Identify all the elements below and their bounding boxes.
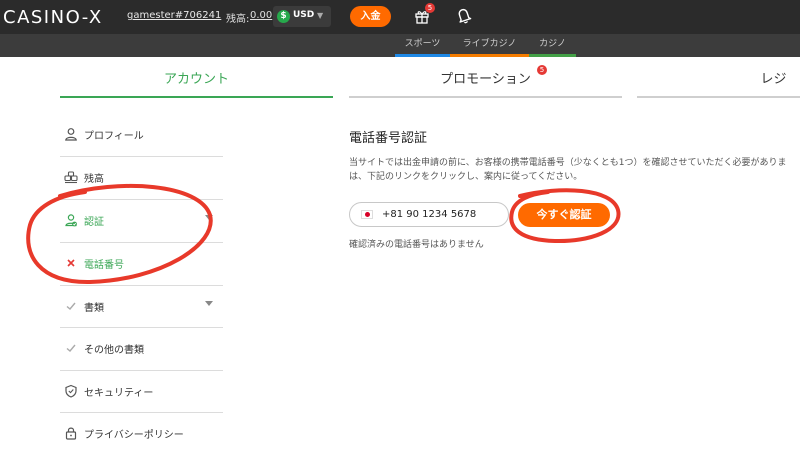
subnav-tab-indicator bbox=[529, 54, 576, 57]
cross-icon bbox=[67, 259, 75, 267]
lock-icon bbox=[65, 427, 77, 440]
subnav-tab-label: カジノ bbox=[539, 39, 566, 49]
subnav-tab-label: スポーツ bbox=[404, 39, 441, 49]
sidebar-item-label: プライバシーポリシー bbox=[84, 430, 184, 441]
sidebar-item-balance[interactable]: 残高 bbox=[60, 157, 223, 199]
sidebar-item-label: セキュリティー bbox=[84, 388, 154, 399]
sidebar-item-phone-number[interactable]: 電話番号 bbox=[60, 243, 223, 285]
check-icon bbox=[66, 344, 76, 352]
chevron-down-icon: ▼ bbox=[317, 11, 324, 20]
sidebar-item-documents[interactable]: 書類 bbox=[60, 286, 223, 328]
currency-code: USD bbox=[293, 10, 315, 20]
description-line: 当サイトでは出金申請の前に、お客様の携帯電話番号（少なくとも1つ）を確認させてい… bbox=[349, 158, 787, 168]
subnav-tab-label: ライブカジノ bbox=[462, 39, 517, 49]
status-text: 確認済みの電話番号はありません bbox=[349, 240, 484, 250]
subnav-tab-indicator bbox=[450, 54, 529, 57]
verify-icon bbox=[65, 214, 77, 227]
logo[interactable]: CASINO-X bbox=[3, 7, 103, 28]
sidebar-item-verification[interactable]: 認証 bbox=[60, 200, 223, 242]
subnav-tab-sports[interactable]: スポーツ bbox=[395, 34, 450, 57]
tab-register[interactable]: レジ bbox=[637, 68, 800, 87]
subnav-tab-casino[interactable]: カジノ bbox=[529, 34, 576, 57]
tab-account-indicator bbox=[60, 96, 333, 98]
description-line: は、下記のリンクをクリックし、案内に従ってください。 bbox=[349, 172, 583, 182]
dollar-coin-icon: $ bbox=[277, 10, 290, 23]
sidebar-item-other-documents[interactable]: その他の書類 bbox=[60, 328, 223, 370]
sidebar-item-label: 電話番号 bbox=[84, 260, 124, 271]
page-title: 電話番号認証 bbox=[349, 131, 428, 146]
sidebar-item-label: 書類 bbox=[84, 303, 104, 314]
product-nav: スポーツ ライブカジノ カジノ bbox=[0, 34, 800, 57]
username-link[interactable]: gamester#706241 bbox=[127, 10, 221, 21]
check-icon bbox=[66, 302, 76, 310]
balance-value[interactable]: 0.00 bbox=[250, 10, 272, 21]
sidebar-item-profile[interactable]: プロフィール bbox=[60, 114, 223, 156]
sidebar-item-security[interactable]: セキュリティー bbox=[60, 371, 223, 413]
chevron-down-icon bbox=[205, 301, 213, 306]
coins-icon bbox=[64, 171, 78, 184]
chevron-down-icon bbox=[205, 215, 213, 220]
user-icon bbox=[65, 128, 77, 141]
tab-promotion[interactable]: プロモーション bbox=[349, 68, 622, 87]
phone-number-value: +81 90 1234 5678 bbox=[382, 209, 477, 220]
verify-now-button[interactable]: 今すぐ認証 bbox=[518, 203, 610, 227]
promotion-badge: 5 bbox=[537, 65, 547, 75]
sidebar-item-label: 認証 bbox=[84, 217, 104, 228]
shield-icon bbox=[65, 384, 77, 398]
description-text: 当サイトでは出金申請の前に、お客様の携帯電話番号（少なくとも1つ）を確認させてい… bbox=[349, 156, 800, 184]
bell-icon bbox=[458, 8, 472, 24]
currency-select[interactable]: $ USD ▼ bbox=[273, 6, 331, 27]
sidebar-item-privacy-policy[interactable]: プライバシーポリシー bbox=[60, 413, 223, 450]
notifications-button[interactable] bbox=[456, 7, 472, 25]
balance-label: 残高: bbox=[226, 14, 250, 25]
gift-button[interactable]: 5 bbox=[414, 3, 435, 24]
top-bar: CASINO-X gamester#706241 残高: 0.00 $ USD … bbox=[0, 0, 800, 34]
deposit-button[interactable]: 入金 bbox=[350, 6, 391, 27]
subnav-tab-live-casino[interactable]: ライブカジノ bbox=[450, 34, 529, 57]
tab-account[interactable]: アカウント bbox=[60, 68, 333, 87]
phone-number-field[interactable]: +81 90 1234 5678 bbox=[349, 202, 509, 227]
japan-flag-icon[interactable] bbox=[361, 210, 373, 219]
tab-register-indicator bbox=[637, 96, 800, 98]
subnav-tab-indicator bbox=[395, 54, 450, 57]
tab-promotion-indicator bbox=[349, 96, 622, 98]
sidebar-item-label: その他の書類 bbox=[84, 345, 144, 356]
sidebar-item-label: プロフィール bbox=[84, 131, 144, 142]
sidebar-item-label: 残高 bbox=[84, 174, 104, 185]
gift-badge: 5 bbox=[425, 3, 435, 13]
